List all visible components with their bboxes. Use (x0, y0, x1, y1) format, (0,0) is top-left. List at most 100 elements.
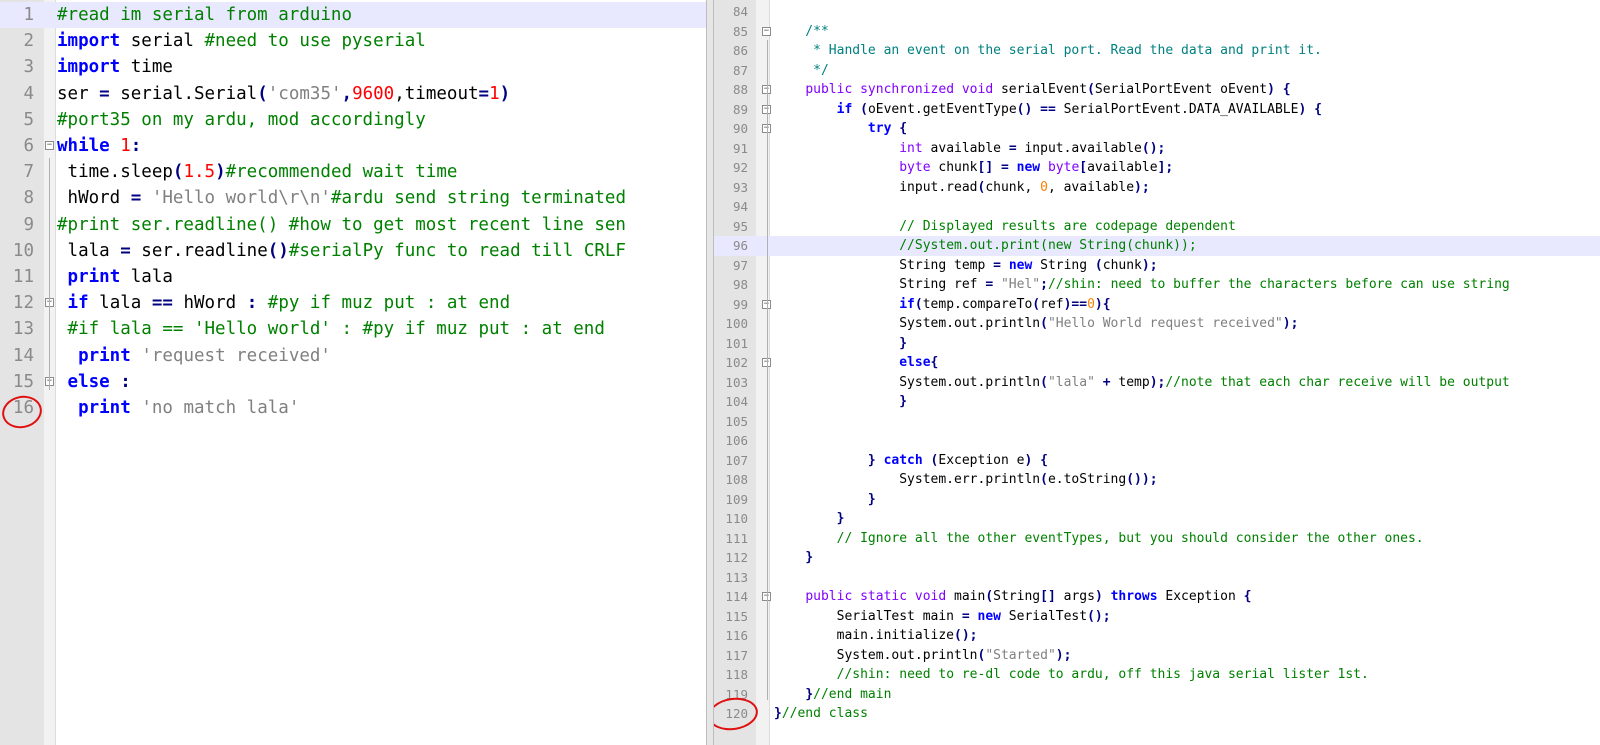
python-editor-pane[interactable]: 1 #read im serial from arduino 2 import ser… (0, 0, 706, 745)
code-line[interactable]: 116 main.initialize(); (714, 626, 1600, 646)
code-line[interactable]: 92 byte chunk[] = new byte[available]; (714, 158, 1600, 178)
code-text[interactable]: } (774, 334, 907, 354)
code-text[interactable]: input.read(chunk, 0, available); (774, 178, 1149, 198)
code-line[interactable]: 11 print lala (0, 264, 706, 290)
code-line[interactable]: 4 ser = serial.Serial('com35',9600,timeou… (0, 81, 706, 107)
code-text[interactable]: byte chunk[] = new byte[available]; (774, 158, 1173, 178)
code-text[interactable]: if(temp.compareTo(ref)==0){ (774, 295, 1110, 315)
code-line[interactable]: 5 #port35 on my ardu, mod accordingly (0, 107, 706, 133)
code-line[interactable]: 6 − while 1: (0, 133, 706, 159)
code-line[interactable]: 9 #print ser.readline() #how to get most … (0, 212, 706, 238)
code-line[interactable]: 96 //System.out.print(new String(chunk))… (714, 236, 1600, 256)
code-line[interactable]: 104 } (714, 392, 1600, 412)
code-line[interactable]: 10 lala = ser.readline()#serialPy func t… (0, 238, 706, 264)
code-line[interactable]: 94 (714, 197, 1600, 217)
code-text[interactable]: String temp = new String (chunk); (774, 256, 1157, 276)
code-line[interactable]: 93 input.read(chunk, 0, available); (714, 178, 1600, 198)
code-line[interactable]: 112 } (714, 548, 1600, 568)
code-line[interactable]: 8 hWord = 'Hello world\r\n'#ardu send st… (0, 185, 706, 211)
code-text[interactable]: } (774, 392, 907, 412)
code-line[interactable]: 14 print 'request received' (0, 343, 706, 369)
code-line[interactable]: 111 // Ignore all the other eventTypes, … (714, 529, 1600, 549)
fold-toggle-icon[interactable]: − (762, 26, 771, 36)
code-text[interactable]: //System.out.print(new String(chunk)); (774, 236, 1196, 256)
code-line[interactable]: 103 System.out.println("lala" + temp);//… (714, 373, 1600, 393)
code-text[interactable]: public synchronized void serialEvent(Ser… (774, 80, 1290, 100)
code-line[interactable]: 98 String ref = "Hel";//shin: need to bu… (714, 275, 1600, 295)
code-text[interactable]: SerialTest main = new SerialTest(); (774, 607, 1111, 627)
code-line[interactable]: 99− if(temp.compareTo(ref)==0){ (714, 295, 1600, 315)
code-line[interactable]: 102− else{ (714, 353, 1600, 373)
code-line[interactable]: 89− if (oEvent.getEventType() == SerialP… (714, 100, 1600, 120)
code-line[interactable]: 109 } (714, 490, 1600, 510)
code-text[interactable]: * Handle an event on the serial port. Re… (774, 41, 1322, 61)
code-text[interactable]: hWord = 'Hello world\r\n'#ardu send stri… (57, 185, 626, 211)
code-line[interactable]: 13 #if lala == 'Hello world' : #py if mu… (0, 316, 706, 342)
code-line[interactable]: 12− if lala == hWord : #py if muz put : … (0, 290, 706, 316)
code-line[interactable]: 7 time.sleep(1.5)#recommended wait time (0, 159, 706, 185)
code-text[interactable]: lala = ser.readline()#serialPy func to r… (57, 238, 626, 264)
code-text[interactable]: } (774, 509, 845, 529)
code-text[interactable]: /** (774, 22, 829, 42)
code-text[interactable]: System.err.println(e.toString()); (774, 470, 1157, 490)
fold-toggle-icon[interactable]: − (45, 141, 54, 150)
code-line[interactable]: 16 print 'no match lala' (0, 395, 706, 421)
code-line[interactable]: 95 // Displayed results are codepage dep… (714, 217, 1600, 237)
code-text[interactable]: if lala == hWord : #py if muz put : at e… (57, 290, 511, 316)
code-text[interactable]: public static void main(String[] args) t… (774, 587, 1251, 607)
code-text[interactable]: #read im serial from arduino (57, 2, 352, 28)
code-text[interactable]: else{ (774, 353, 938, 373)
code-text[interactable]: print 'no match lala' (57, 395, 299, 421)
code-line[interactable]: 88− public synchronized void serialEvent… (714, 80, 1600, 100)
code-text[interactable]: } catch (Exception e) { (774, 451, 1048, 471)
code-line[interactable]: 1 #read im serial from arduino (0, 2, 706, 29)
code-text[interactable]: } (774, 548, 813, 568)
code-text[interactable]: #port35 on my ardu, mod accordingly (57, 107, 426, 133)
code-line[interactable]: 101 } (714, 334, 1600, 354)
code-line[interactable]: 87 */ (714, 61, 1600, 81)
code-text[interactable]: int available = input.available(); (774, 139, 1165, 159)
code-line[interactable]: 86 * Handle an event on the serial port.… (714, 41, 1600, 61)
code-line[interactable]: 15− else : (0, 369, 706, 395)
code-line[interactable]: 117 System.out.println("Started"); (714, 646, 1600, 666)
java-editor-pane[interactable]: 84 85 − /** 86 * Handle an event on the ser… (714, 0, 1600, 745)
code-line[interactable]: 118 //shin: need to re-dl code to ardu, … (714, 665, 1600, 685)
code-text[interactable]: try { (774, 119, 907, 139)
code-text[interactable]: */ (774, 61, 829, 81)
code-line[interactable]: 115 SerialTest main = new SerialTest(); (714, 607, 1600, 627)
code-text[interactable]: // Ignore all the other eventTypes, but … (774, 529, 1424, 549)
code-line[interactable]: 90− try { (714, 119, 1600, 139)
code-text[interactable]: print 'request received' (57, 343, 331, 369)
code-text[interactable]: System.out.println("Hello World request … (774, 314, 1298, 334)
code-text[interactable]: // Displayed results are codepage depend… (774, 217, 1236, 237)
code-text[interactable]: if (oEvent.getEventType() == SerialPortE… (774, 100, 1322, 120)
code-text[interactable]: }//end class (774, 704, 868, 724)
code-text[interactable]: print lala (57, 264, 173, 290)
code-text[interactable]: time.sleep(1.5)#recommended wait time (57, 159, 458, 185)
code-text[interactable]: while 1: (57, 133, 141, 159)
code-line[interactable]: 108 System.err.println(e.toString()); (714, 470, 1600, 490)
code-line[interactable]: 120}//end class (714, 704, 1600, 724)
code-text[interactable]: }//end main (774, 685, 891, 705)
code-line[interactable]: 84 (714, 2, 1600, 22)
code-line[interactable]: 91 int available = input.available(); (714, 139, 1600, 159)
code-line[interactable]: 100 System.out.println("Hello World requ… (714, 314, 1600, 334)
code-line[interactable]: 119 }//end main (714, 685, 1600, 705)
code-line[interactable]: 105 (714, 412, 1600, 432)
code-line[interactable]: 106 (714, 431, 1600, 451)
code-text[interactable]: #if lala == 'Hello world' : #py if muz p… (57, 316, 605, 342)
code-text[interactable]: import time (57, 54, 173, 80)
code-text[interactable]: else : (57, 369, 131, 395)
code-line[interactable]: 2 import serial #need to use pyserial (0, 28, 706, 54)
code-line[interactable]: 97 String temp = new String (chunk); (714, 256, 1600, 276)
code-text[interactable]: System.out.println("lala" + temp);//note… (774, 373, 1510, 393)
code-text[interactable]: import serial #need to use pyserial (57, 28, 426, 54)
code-line[interactable]: 3 import time (0, 54, 706, 80)
code-text[interactable]: String ref = "Hel";//shin: need to buffe… (774, 275, 1510, 295)
code-text[interactable]: main.initialize(); (774, 626, 978, 646)
code-text[interactable]: System.out.println("Started"); (774, 646, 1072, 666)
code-line[interactable]: 113 (714, 568, 1600, 588)
code-line[interactable]: 114− public static void main(String[] ar… (714, 587, 1600, 607)
code-line[interactable]: 85 − /** (714, 22, 1600, 42)
pane-splitter[interactable] (706, 0, 714, 745)
